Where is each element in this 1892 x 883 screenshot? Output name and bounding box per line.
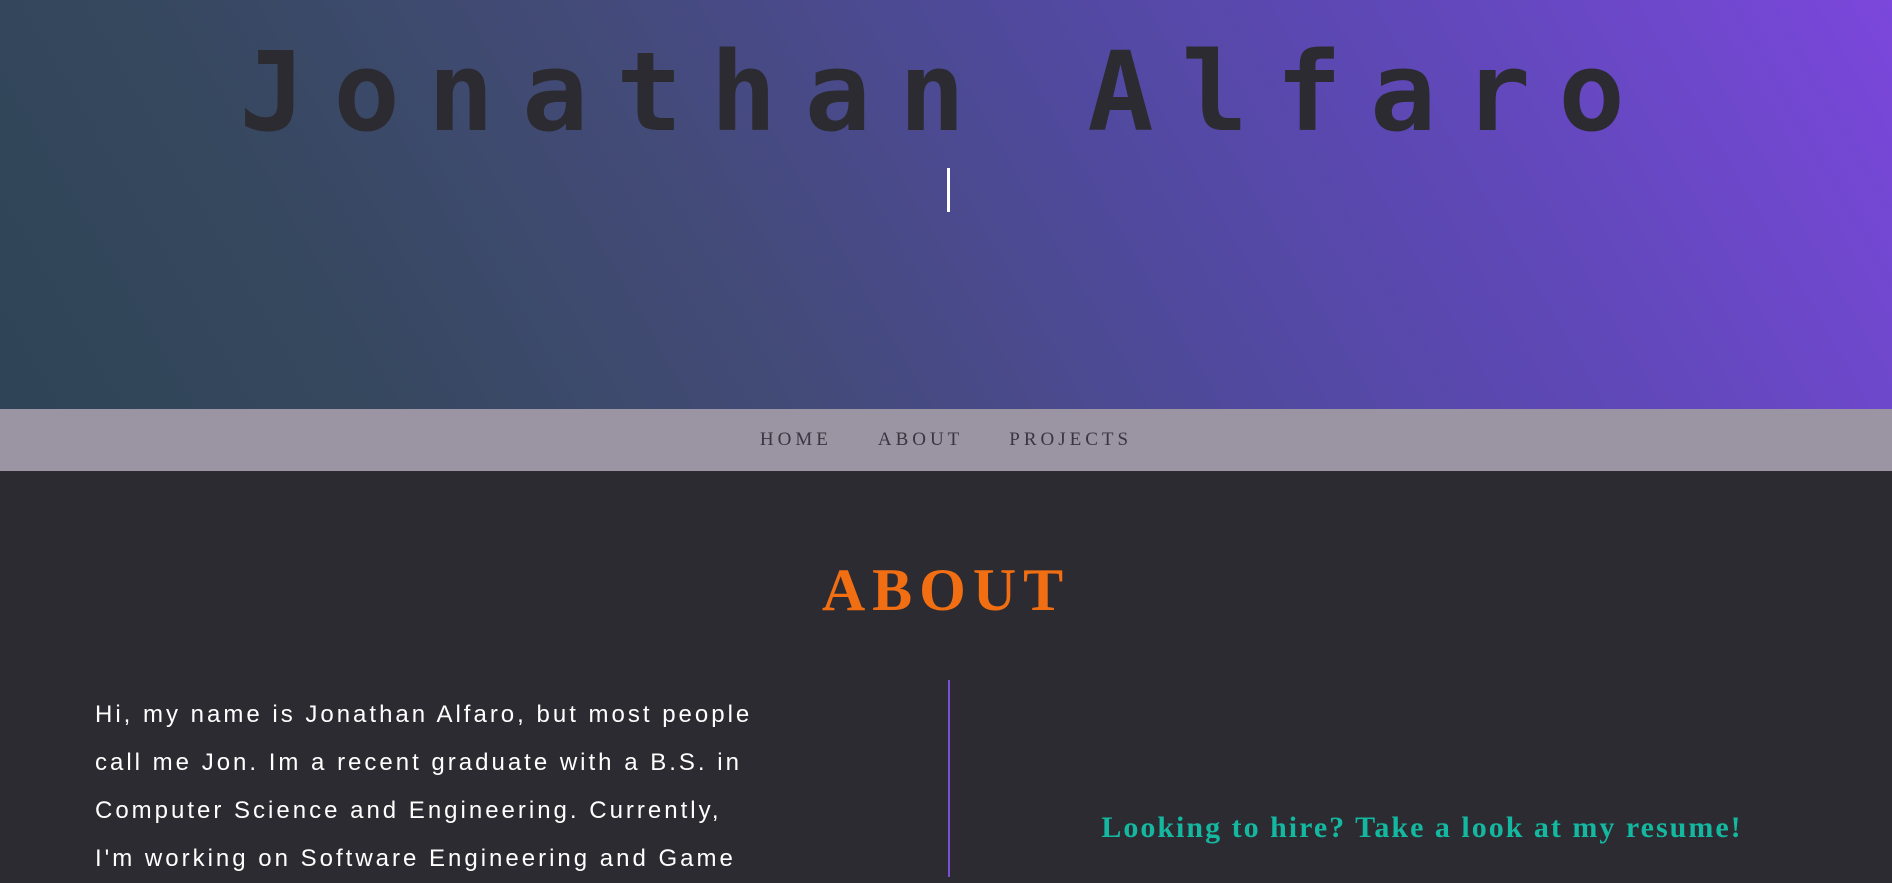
- bio-line: call me Jon. Im a recent graduate with a…: [95, 749, 742, 776]
- about-bio: Hi, my name is Jonathan Alfaro, but most…: [95, 691, 895, 883]
- nav-projects-link[interactable]: PROJECTS: [1009, 429, 1132, 451]
- bio-line: Hi, my name is Jonathan Alfaro, but most…: [95, 701, 753, 728]
- resume-link[interactable]: Looking to hire? Take a look at my resum…: [952, 808, 1892, 848]
- hero-header: Jonathan Alfaro: [0, 0, 1892, 409]
- typing-cursor: [947, 168, 950, 212]
- about-heading: ABOUT: [821, 557, 1071, 623]
- nav-about-link[interactable]: ABOUT: [878, 429, 963, 451]
- main-nav: HOME ABOUT PROJECTS: [0, 409, 1892, 471]
- bio-line: I'm working on Software Engineering and …: [95, 845, 736, 872]
- nav-home-link[interactable]: HOME: [760, 429, 832, 451]
- bio-line: Computer Science and Engineering. Curren…: [95, 797, 722, 824]
- section-divider: [948, 680, 950, 877]
- site-title: Jonathan Alfaro: [239, 28, 1653, 156]
